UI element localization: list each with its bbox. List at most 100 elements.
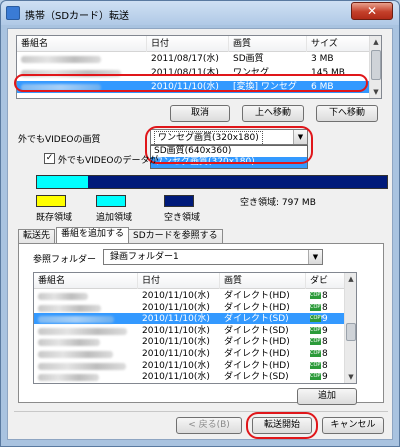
- redacted-name: [38, 293, 88, 300]
- capacity-used-segment: [37, 176, 88, 188]
- copy-badge-icon: COPY: [310, 315, 324, 323]
- legend-added-swatch: [96, 195, 126, 207]
- program-list-row[interactable]: 2010/11/10(水) ダイレクト(HD) COPY8: [34, 290, 346, 301]
- row-date: 2010/11/10(水): [142, 337, 210, 348]
- start-transfer-button[interactable]: 転送開始: [252, 417, 312, 434]
- move-down-button[interactable]: 下へ移動: [316, 105, 378, 122]
- tab-destination[interactable]: 転送先: [18, 229, 56, 244]
- program-list-scrollbar[interactable]: ▲ ▼: [344, 273, 356, 383]
- legend-free-label: 空き領域: [164, 213, 201, 223]
- scroll-up-icon[interactable]: ▲: [370, 36, 381, 48]
- program-list-row[interactable]: 2010/11/10(水) ダイレクト(SD) COPY9: [34, 371, 346, 382]
- row-quality: ダイレクト(HD): [224, 360, 290, 371]
- quality-option-sd[interactable]: SD画質(640x360): [151, 146, 307, 157]
- copy-badge-icon: COPY: [310, 292, 324, 299]
- col-dub[interactable]: ダビ: [306, 273, 346, 289]
- dub-count: 8: [322, 360, 328, 371]
- row-size: 6 MB: [311, 82, 334, 92]
- row-name: [17, 81, 147, 93]
- program-list-row[interactable]: 2010/11/10(水) ダイレクト(HD) COPY8: [34, 302, 346, 313]
- redacted-name: [38, 339, 100, 347]
- quality-select-value: ワンセグ画質(320x180): [154, 131, 263, 146]
- dub-count: 8: [322, 349, 328, 359]
- copy-badge-icon: COPY: [310, 338, 324, 346]
- program-list-row[interactable]: 2010/11/10(水) ダイレクト(HD) COPY8: [34, 336, 346, 347]
- row-date: 2010/11/10(水): [142, 302, 210, 313]
- scroll-up-icon[interactable]: ▲: [345, 273, 356, 285]
- row-date: 2011/08/11(木): [151, 68, 219, 78]
- cancel-item-button[interactable]: 取消: [170, 105, 230, 122]
- row-dub: COPY9: [306, 325, 346, 337]
- program-list-row[interactable]: 2010/11/10(水) ダイレクト(SD) COPY9: [34, 313, 346, 325]
- transfer-list-row[interactable]: 2010/11/10(水) [変換] ワンセグ 6 MB: [17, 81, 371, 93]
- program-list[interactable]: 番組名 日付 画質 ダビ 2010/11/10(水) ダイレクト(HD) COPY8…: [33, 272, 357, 384]
- row-date: 2010/11/10(水): [142, 291, 210, 301]
- redacted-name: [38, 351, 113, 358]
- scroll-thumb[interactable]: [371, 50, 381, 80]
- transfer-list[interactable]: 番組名 日付 画質 サイズ 2011/08/17(水) SD画質 3 MB 2011/…: [16, 35, 382, 99]
- row-name: [34, 336, 138, 348]
- program-list-header: 番組名 日付 画質 ダビ: [34, 273, 346, 289]
- scroll-thumb[interactable]: [346, 323, 356, 341]
- redacted-name: [38, 304, 101, 312]
- program-list-row[interactable]: 2010/11/10(水) ダイレクト(HD) COPY8: [34, 360, 346, 371]
- chevron-down-icon[interactable]: ▼: [293, 130, 307, 144]
- quality-option-oneseg[interactable]: ワンセグ画質(320x180): [151, 157, 307, 168]
- outside-video-checkbox[interactable]: ✓: [44, 153, 55, 164]
- redacted-name: [38, 374, 99, 382]
- close-button[interactable]: ✕: [351, 2, 393, 20]
- move-up-button[interactable]: 上へ移動: [242, 105, 304, 122]
- col-date[interactable]: 日付: [138, 273, 220, 289]
- col-name[interactable]: 番組名: [17, 36, 147, 52]
- back-button[interactable]: < 戻る(B): [176, 417, 242, 434]
- row-dub: COPY8: [306, 360, 346, 372]
- col-quality[interactable]: 画質: [220, 273, 306, 289]
- transfer-list-row[interactable]: 2011/08/11(木) ワンセグ 145 MB: [17, 67, 371, 79]
- legend-free-swatch: [164, 195, 194, 207]
- cancel-button[interactable]: キャンセル: [322, 417, 384, 434]
- row-quality: ダイレクト(HD): [224, 349, 290, 359]
- program-list-row[interactable]: 2010/11/10(水) ダイレクト(HD) COPY8: [34, 348, 346, 359]
- row-quality: SD画質: [233, 54, 264, 64]
- dub-count: 8: [322, 337, 328, 348]
- col-date[interactable]: 日付: [147, 36, 229, 52]
- tab-browse-sd[interactable]: SDカードを参照する: [128, 229, 223, 244]
- row-quality: ダイレクト(SD): [224, 314, 289, 325]
- redacted-name: [21, 70, 121, 77]
- transfer-window: 携帯（SDカード）転送 ✕ 番組名 日付 画質 サイズ 2011/08/17(水…: [0, 0, 400, 447]
- row-date: 2010/11/10(水): [142, 314, 210, 325]
- redacted-name: [21, 56, 101, 63]
- tab-add-program[interactable]: 番組を追加する: [56, 227, 130, 244]
- row-dub: COPY9: [306, 371, 346, 383]
- transfer-list-scrollbar[interactable]: ▲ ▼: [369, 36, 381, 98]
- add-button[interactable]: 追加: [297, 388, 357, 405]
- copy-badge-icon: COPY: [310, 350, 324, 357]
- transfer-list-header: 番組名 日付 画質 サイズ: [17, 36, 371, 52]
- scroll-down-icon[interactable]: ▼: [370, 86, 381, 98]
- row-name: [34, 313, 138, 325]
- capacity-bar: [36, 175, 388, 189]
- ref-folder-label: 参照フォルダー: [33, 255, 97, 265]
- scroll-down-icon[interactable]: ▼: [345, 371, 356, 383]
- copy-badge-icon: COPY: [310, 326, 324, 334]
- legend-existing-swatch: [36, 195, 66, 207]
- row-name: [17, 67, 147, 79]
- row-dub: COPY9: [306, 313, 346, 325]
- chevron-down-icon[interactable]: ▼: [308, 250, 322, 264]
- program-list-row[interactable]: 2010/11/10(水) ダイレクト(SD) COPY9: [34, 325, 346, 336]
- ref-folder-value: 録画フォルダー1: [110, 252, 179, 262]
- row-quality: ダイレクト(HD): [224, 291, 290, 301]
- app-icon: [6, 6, 20, 20]
- dub-count: 8: [322, 302, 328, 313]
- dub-count: 9: [322, 314, 328, 325]
- col-size[interactable]: サイズ: [307, 36, 371, 52]
- transfer-list-row[interactable]: 2011/08/17(水) SD画質 3 MB: [17, 53, 371, 65]
- window-title: 携帯（SDカード）転送: [25, 11, 130, 22]
- row-name: [34, 290, 138, 302]
- quality-select[interactable]: ワンセグ画質(320x180) ▼: [150, 129, 308, 146]
- col-quality[interactable]: 画質: [229, 36, 307, 52]
- title-bar[interactable]: 携帯（SDカード）転送 ✕: [1, 1, 399, 25]
- col-name[interactable]: 番組名: [34, 273, 138, 289]
- quality-dropdown[interactable]: SD画質(640x360) ワンセグ画質(320x180): [150, 145, 308, 169]
- ref-folder-select[interactable]: 録画フォルダー1 ▼: [103, 249, 323, 265]
